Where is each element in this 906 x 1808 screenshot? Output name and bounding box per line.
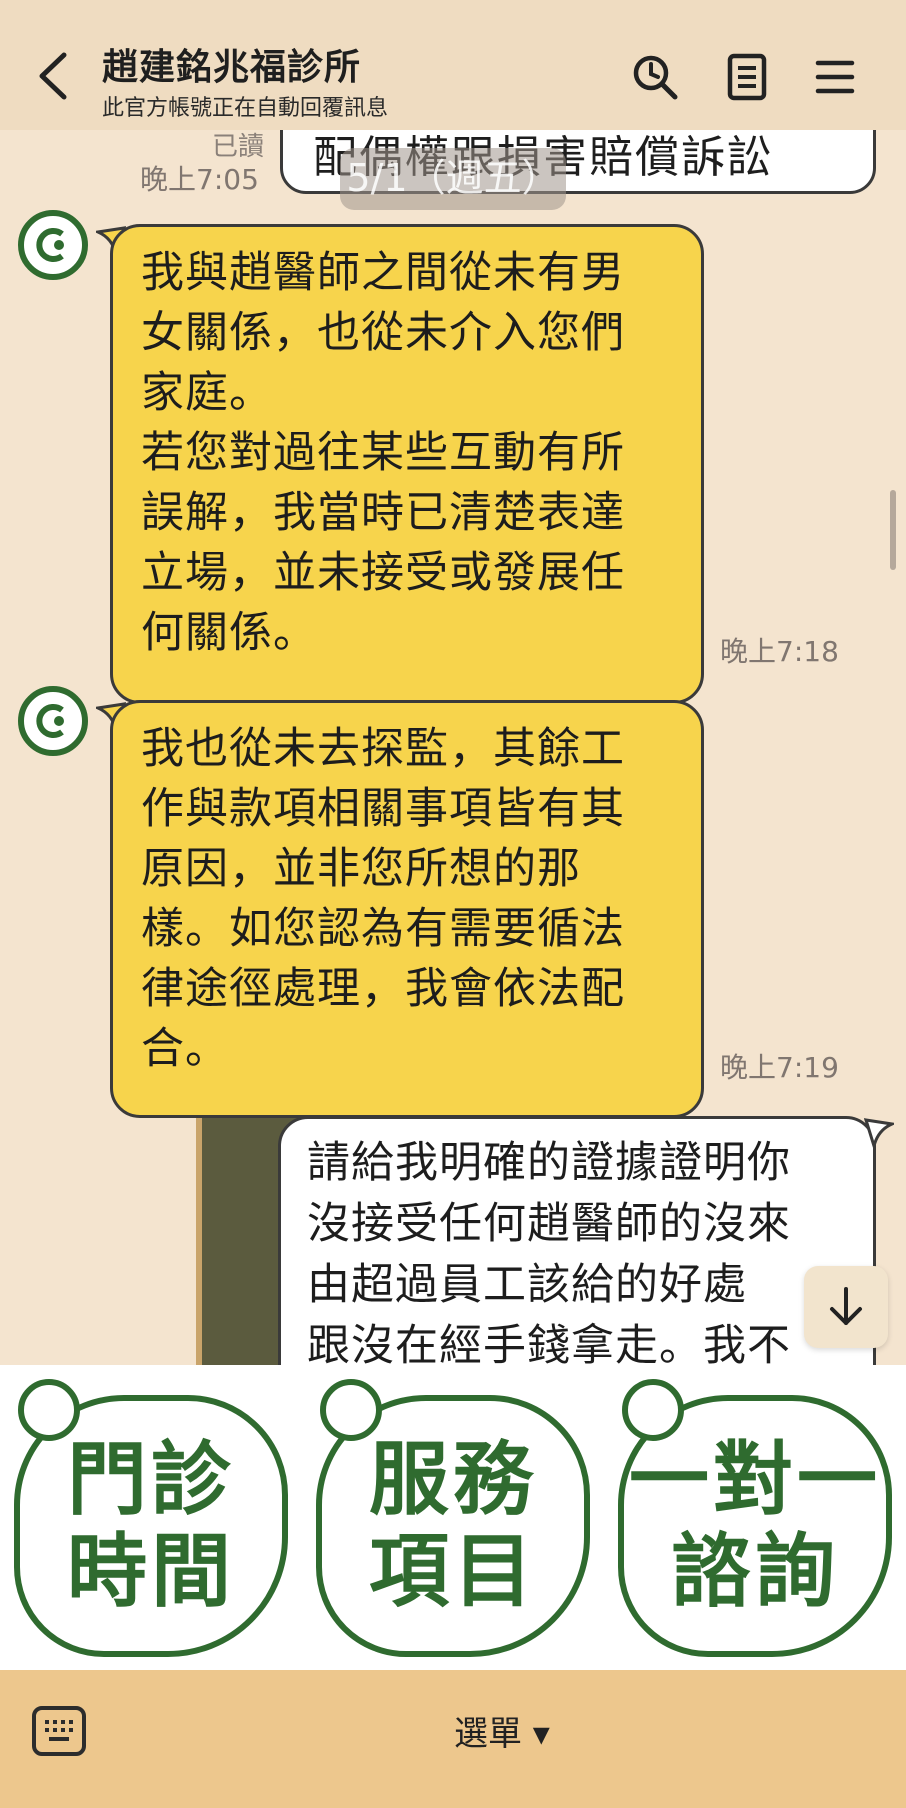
notes-button[interactable] [720, 50, 774, 104]
message-line: 請給我明確的證據證明你 [307, 1138, 791, 1188]
message-line: 誤解，我當時已清楚表達 [141, 488, 625, 538]
bubble-tail [864, 1118, 894, 1148]
search-icon [633, 55, 678, 100]
clinic-logo-icon [622, 1379, 684, 1441]
menu-item-label: 項目 [369, 1525, 537, 1618]
message-line: 女關係，也從未介入您們 [141, 308, 625, 358]
message-time: 晚上7:05 [140, 163, 259, 196]
message-line: 何關係。 [141, 608, 317, 658]
back-icon [39, 52, 67, 100]
message-line: 若您對過往某些互動有所 [141, 428, 625, 478]
incoming-message[interactable]: 我與趙醫師之間從未有男 女關係，也從未介入您們 家庭。 若您對過往某些互動有所 … [110, 224, 704, 704]
arrow-down-icon [830, 1287, 862, 1325]
message-line: 合。 [141, 1024, 229, 1074]
menu-item-label: 時間 [67, 1525, 235, 1618]
scrollbar-thumb[interactable] [890, 490, 896, 570]
message-line: 我也從未去探監，其餘工 [141, 724, 625, 774]
message-line: 作與款項相關事項皆有其 [141, 784, 625, 834]
chat-subtitle: 此官方帳號正在自動回覆訊息 [102, 96, 389, 121]
scroll-to-bottom-button[interactable] [804, 1266, 888, 1348]
menu-item-label: 諮詢 [671, 1525, 839, 1618]
search-button[interactable] [628, 50, 682, 104]
menu-item-label: 服務 [369, 1433, 537, 1526]
incoming-message[interactable]: 我也從未去探監，其餘工 作與款項相關事項皆有其 原因，並非您所想的那 樣。如您認… [110, 700, 704, 1118]
clinic-logo-icon [18, 1379, 80, 1441]
avatar[interactable] [18, 686, 88, 756]
avatar[interactable] [18, 210, 88, 280]
message-time: 晚上7:19 [720, 1051, 839, 1084]
chat-area[interactable]: 已讀 晚上7:05 配偶權跟損害賠償訴訟 5/1（週五） 我與趙醫師之間從未有男… [0, 130, 906, 1365]
clinic-logo-icon [36, 228, 64, 262]
message-line: 由超過員工該給的好處 [307, 1260, 747, 1310]
message-line: 沒接受任何趙醫師的沒來 [307, 1199, 791, 1249]
menu-item-label: 門診 [67, 1433, 235, 1526]
message-line: 我與趙醫師之間從未有男 [141, 248, 625, 298]
back-button[interactable] [28, 46, 78, 106]
outgoing-message[interactable]: 請給我明確的證據證明你 沒接受任何趙醫師的沒來 由超過員工該給的好處 跟沒在經手… [278, 1116, 876, 1365]
menu-icon [815, 60, 855, 94]
message-line: 立場，並未接受或發展任 [141, 548, 625, 598]
clinic-logo-icon [320, 1379, 382, 1441]
rich-menu: 門診 時間 服務 項目 一對一 諮詢 [0, 1365, 906, 1670]
date-separator: 5/1（週五） [340, 148, 566, 210]
menu-toggle-button[interactable]: 選單 ▾ [454, 1706, 550, 1755]
keyboard-icon [45, 1720, 73, 1741]
clinic-logo-icon [36, 704, 64, 738]
chat-header: 趙建銘兆福診所 此官方帳號正在自動回覆訊息 [0, 0, 906, 130]
chat-title: 趙建銘兆福診所 [102, 47, 362, 88]
message-line: 跟沒在經手錢拿走。我不 [307, 1321, 791, 1365]
message-time: 晚上7:18 [720, 635, 839, 668]
message-line: 律途徑處理，我會依法配 [141, 964, 625, 1014]
notes-icon [727, 53, 767, 101]
keyboard-button[interactable] [32, 1706, 86, 1756]
message-line: 家庭。 [141, 368, 273, 418]
bottom-bar: 選單 ▾ [0, 1670, 906, 1808]
message-line: 樣。如您認為有需要循法 [141, 904, 625, 954]
menu-item-label: 一對一 [629, 1433, 881, 1526]
message-line: 原因，並非您所想的那 [141, 844, 581, 894]
more-menu-button[interactable] [808, 50, 862, 104]
